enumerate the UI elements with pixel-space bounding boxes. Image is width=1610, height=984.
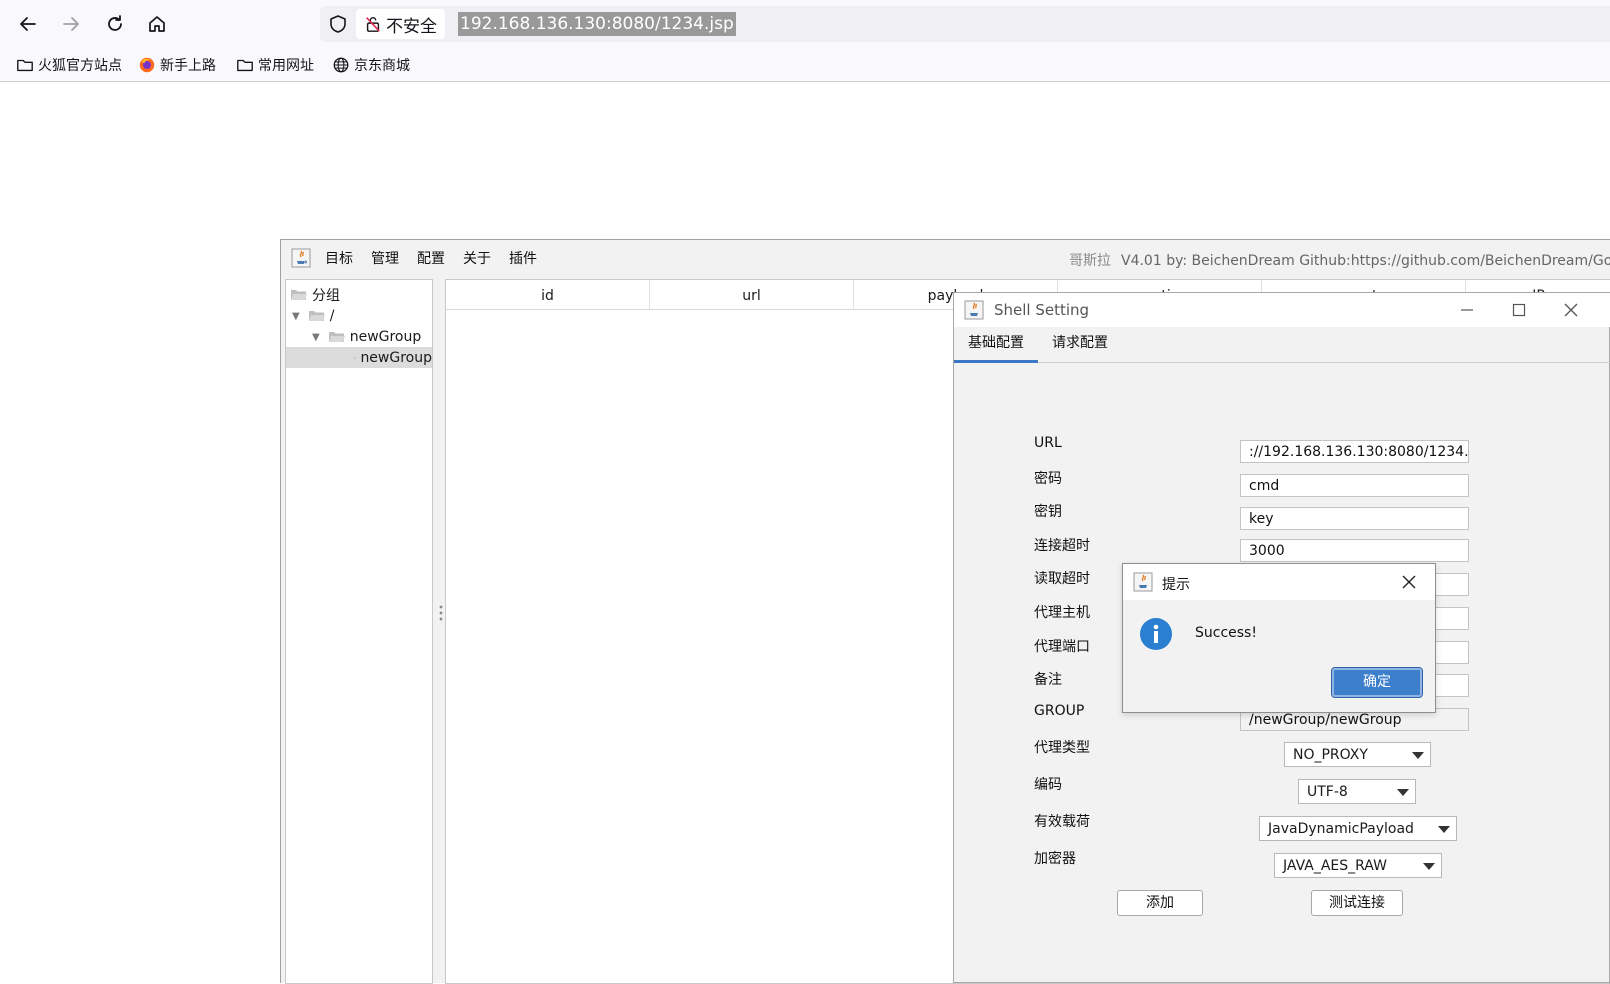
java-logo-icon bbox=[1133, 572, 1153, 592]
app-version: V4.01 by: BeichenDream Github:https://gi… bbox=[1121, 253, 1610, 269]
url-label: URL bbox=[1034, 435, 1062, 451]
ok-button[interactable]: 确定 bbox=[1331, 667, 1423, 698]
read-timeout-label: 读取超时 bbox=[1034, 571, 1090, 587]
info-icon bbox=[1140, 618, 1172, 650]
dropdown-arrow-icon bbox=[1397, 789, 1409, 796]
connect-timeout-label: 连接超时 bbox=[1034, 538, 1090, 554]
proxy-port-label: 代理端口 bbox=[1034, 639, 1090, 655]
shell-setting-titlebar[interactable]: Shell Setting bbox=[954, 293, 1610, 327]
proxy-type-label: 代理类型 bbox=[1034, 740, 1090, 756]
message-dialog: 提示 Success! 确定 bbox=[1122, 563, 1436, 713]
back-button[interactable] bbox=[12, 8, 44, 40]
message-dialog-titlebar[interactable]: 提示 bbox=[1123, 564, 1435, 600]
back-arrow-icon bbox=[20, 17, 36, 31]
proxy-host-label: 代理主机 bbox=[1034, 605, 1090, 621]
tree-node-root[interactable]: 分组 bbox=[290, 285, 340, 305]
java-logo-icon bbox=[964, 300, 984, 320]
connect-timeout-input[interactable]: 3000 bbox=[1240, 539, 1469, 562]
message-dialog-title: 提示 bbox=[1162, 577, 1190, 593]
tree-node-slash[interactable]: ▼ / bbox=[292, 306, 334, 326]
folder-icon bbox=[354, 357, 357, 359]
add-button[interactable]: 添加 bbox=[1117, 890, 1203, 916]
forward-button[interactable] bbox=[55, 8, 87, 40]
bookmark-jd-mall[interactable]: 京东商城 bbox=[332, 54, 410, 76]
bookmark-getting-started[interactable]: 新手上路 bbox=[138, 54, 216, 76]
encoding-label: 编码 bbox=[1034, 777, 1062, 793]
tree-node-newgroup-child[interactable]: newGroup bbox=[354, 348, 432, 368]
url-text[interactable]: 192.168.136.130:8080/1234.jsp bbox=[458, 12, 736, 36]
folder-icon bbox=[17, 59, 33, 72]
test-connection-button[interactable]: 测试连接 bbox=[1311, 890, 1403, 916]
reload-icon bbox=[108, 15, 122, 31]
insecure-connection-indicator[interactable]: 不安全 bbox=[356, 9, 445, 39]
cryption-select[interactable]: JAVA_AES_RAW bbox=[1274, 853, 1442, 878]
group-label: GROUP bbox=[1034, 703, 1085, 719]
bookmark-common-sites[interactable]: 常用网址 bbox=[236, 54, 314, 76]
note-label: 备注 bbox=[1034, 672, 1062, 688]
folder-icon bbox=[237, 59, 253, 72]
dropdown-arrow-icon bbox=[1423, 863, 1435, 870]
close-icon[interactable] bbox=[1401, 574, 1417, 590]
bookmarks-toolbar: 火狐官方站点 新手上路 常用网址 京东商城 bbox=[0, 48, 1610, 82]
menu-bar: 目标 管理 配置 关于 插件 哥斯拉 V4.01 by: BeichenDream… bbox=[281, 240, 1610, 276]
payload-select[interactable]: JavaDynamicPayload bbox=[1259, 816, 1457, 841]
tree-node-newgroup[interactable]: ▼ newGroup bbox=[312, 327, 421, 347]
insecure-label: 不安全 bbox=[386, 16, 437, 37]
folder-open-icon bbox=[308, 311, 325, 321]
message-text: Success! bbox=[1195, 625, 1257, 641]
menu-about[interactable]: 关于 bbox=[463, 248, 491, 268]
close-icon[interactable] bbox=[1562, 301, 1580, 319]
encoding-select[interactable]: UTF-8 bbox=[1298, 779, 1416, 804]
tab-request-config[interactable]: 请求配置 bbox=[1038, 327, 1122, 363]
menu-config[interactable]: 配置 bbox=[417, 248, 445, 268]
forward-arrow-icon bbox=[63, 17, 79, 31]
home-button[interactable] bbox=[141, 8, 173, 40]
url-input[interactable]: ://192.168.136.130:8080/1234.jsp bbox=[1240, 440, 1469, 463]
dropdown-arrow-icon bbox=[1412, 752, 1424, 759]
home-icon bbox=[149, 16, 165, 32]
shell-setting-tabs: 基础配置 请求配置 bbox=[954, 327, 1610, 363]
maximize-icon[interactable] bbox=[1510, 301, 1528, 319]
proxy-type-select[interactable]: NO_PROXY bbox=[1284, 742, 1431, 767]
expand-arrow-icon[interactable]: ▼ bbox=[292, 311, 300, 322]
app-name: 哥斯拉 bbox=[1069, 253, 1111, 269]
folder-open-icon bbox=[291, 290, 307, 300]
payload-label: 有效载荷 bbox=[1034, 814, 1090, 830]
cryption-label: 加密器 bbox=[1034, 851, 1076, 867]
shield-icon[interactable] bbox=[328, 14, 348, 34]
password-label: 密码 bbox=[1034, 471, 1062, 487]
key-label: 密钥 bbox=[1034, 504, 1062, 520]
menu-plugins[interactable]: 插件 bbox=[509, 248, 537, 268]
address-bar[interactable]: 不安全 192.168.136.130:8080/1234.jsp bbox=[320, 6, 1610, 42]
reload-button[interactable] bbox=[99, 8, 131, 40]
column-header-id[interactable]: id bbox=[446, 280, 650, 310]
browser-toolbar: 不安全 192.168.136.130:8080/1234.jsp bbox=[0, 0, 1610, 48]
menu-manage[interactable]: 管理 bbox=[371, 248, 399, 268]
dropdown-arrow-icon bbox=[1438, 826, 1450, 833]
app-title: 哥斯拉 V4.01 by: BeichenDream Github:https:/… bbox=[1069, 250, 1610, 270]
password-input[interactable]: cmd bbox=[1240, 474, 1469, 497]
splitter-grip-icon bbox=[439, 604, 443, 622]
minimize-icon[interactable] bbox=[1458, 301, 1476, 319]
tab-basic-config[interactable]: 基础配置 bbox=[954, 327, 1038, 363]
key-input[interactable]: key bbox=[1240, 507, 1469, 530]
folder-open-icon bbox=[328, 332, 345, 342]
expand-arrow-icon[interactable]: ▼ bbox=[312, 332, 320, 343]
globe-icon bbox=[333, 57, 349, 73]
bookmark-firefox-official[interactable]: 火狐官方站点 bbox=[16, 54, 122, 76]
broken-lock-icon bbox=[366, 17, 380, 32]
shell-setting-title: Shell Setting bbox=[994, 301, 1090, 319]
column-header-url[interactable]: url bbox=[650, 280, 854, 310]
menu-target[interactable]: 目标 bbox=[325, 248, 353, 268]
group-tree: 分组 ▼ / ▼ newGroup newGroup bbox=[285, 279, 433, 984]
firefox-icon bbox=[139, 57, 155, 73]
java-logo-icon bbox=[291, 248, 311, 268]
